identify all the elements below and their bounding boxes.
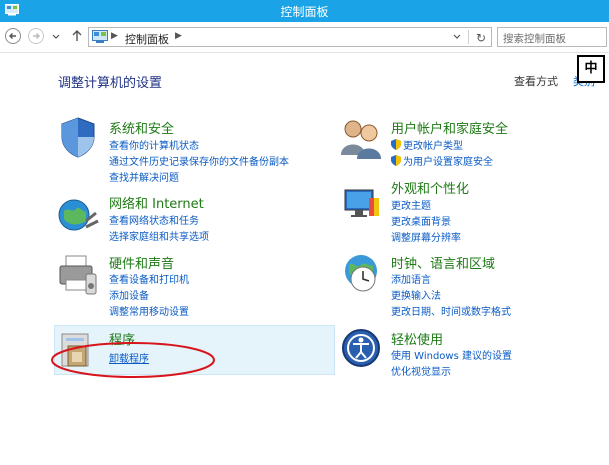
link-change-account-type-text: 更改帐户类型 — [403, 141, 463, 152]
network-globe-icon[interactable] — [56, 191, 100, 235]
category-network-internet[interactable]: 网络和 Internet — [109, 193, 204, 212]
address-divider — [468, 30, 469, 44]
link-mobility-settings[interactable]: 调整常用移动设置 — [109, 303, 189, 318]
link-devices-printers[interactable]: 查看设备和打印机 — [109, 271, 189, 286]
link-recommended-settings[interactable]: 使用 Windows 建议的设置 — [391, 347, 512, 362]
ime-indicator[interactable]: 中 — [577, 55, 605, 83]
display-icon[interactable] — [339, 180, 383, 224]
link-change-desktop-background[interactable]: 更改桌面背景 — [391, 213, 451, 228]
users-icon[interactable] — [339, 115, 383, 159]
search-input[interactable]: 搜索控制面板 — [497, 27, 607, 47]
clock-globe-icon[interactable] — [339, 251, 383, 295]
link-change-account-type[interactable]: 更改帐户类型 — [391, 137, 463, 152]
back-arrow-icon — [9, 33, 16, 39]
link-homegroup-sharing[interactable]: 选择家庭组和共享选项 — [109, 228, 209, 243]
category-hardware-sound[interactable]: 硬件和声音 — [109, 253, 174, 272]
printer-icon[interactable] — [56, 252, 100, 296]
link-file-history-backup[interactable]: 通过文件历史记录保存你的文件备份副本 — [109, 153, 289, 168]
link-optimize-visual-display[interactable]: 优化视觉显示 — [391, 363, 451, 378]
link-view-computer-status[interactable]: 查看你的计算机状态 — [109, 137, 199, 152]
page-title: 调整计算机的设置 — [58, 76, 163, 91]
address-field[interactable]: ▶ 控制面板 ▶ ↻ — [88, 27, 492, 47]
category-clock-language-region[interactable]: 时钟、语言和区域 — [391, 253, 495, 272]
link-change-input-method[interactable]: 更换输入法 — [391, 287, 441, 302]
link-change-theme[interactable]: 更改主题 — [391, 197, 431, 212]
refresh-icon[interactable]: ↻ — [476, 31, 486, 45]
ease-of-access-icon[interactable] — [339, 326, 383, 370]
link-family-safety[interactable]: 为用户设置家庭安全 — [391, 153, 493, 168]
annotation-ellipse — [51, 342, 215, 378]
link-network-status[interactable]: 查看网络状态和任务 — [109, 212, 199, 227]
breadcrumb-control-panel[interactable]: 控制面板 — [125, 31, 169, 47]
breadcrumb-separator-icon[interactable]: ▶ — [111, 31, 118, 41]
window-title: 控制面板 — [280, 5, 329, 19]
recent-pages-chevron-icon[interactable] — [52, 34, 60, 40]
category-user-accounts[interactable]: 用户帐户和家庭安全 — [391, 118, 508, 137]
control-panel-icon — [92, 30, 108, 43]
search-placeholder: 搜索控制面板 — [503, 33, 566, 45]
uac-shield-icon — [391, 139, 401, 150]
address-dropdown-icon[interactable] — [453, 34, 461, 40]
breadcrumb-separator-icon[interactable]: ▶ — [175, 31, 182, 41]
forward-button[interactable] — [28, 28, 44, 44]
title-bar: 控制面板 — [0, 0, 609, 22]
up-arrow-icon[interactable] — [70, 29, 84, 43]
view-by-label: 查看方式 — [514, 75, 558, 88]
category-ease-of-access[interactable]: 轻松使用 — [391, 329, 443, 348]
link-screen-resolution[interactable]: 调整屏幕分辨率 — [391, 229, 461, 244]
security-shield-icon[interactable] — [56, 115, 100, 159]
back-button[interactable] — [5, 28, 21, 44]
link-add-language[interactable]: 添加语言 — [391, 271, 431, 286]
link-add-device[interactable]: 添加设备 — [109, 287, 149, 302]
category-appearance-personalization[interactable]: 外观和个性化 — [391, 178, 469, 197]
category-system-security[interactable]: 系统和安全 — [109, 118, 174, 137]
link-troubleshoot[interactable]: 查找并解决问题 — [109, 169, 179, 184]
uac-shield-icon — [391, 155, 401, 166]
forward-arrow-icon — [33, 33, 40, 39]
link-date-time-format[interactable]: 更改日期、时间或数字格式 — [391, 303, 511, 318]
link-family-safety-text: 为用户设置家庭安全 — [403, 157, 493, 168]
address-toolbar: ▶ 控制面板 ▶ ↻ 搜索控制面板 — [0, 22, 609, 53]
